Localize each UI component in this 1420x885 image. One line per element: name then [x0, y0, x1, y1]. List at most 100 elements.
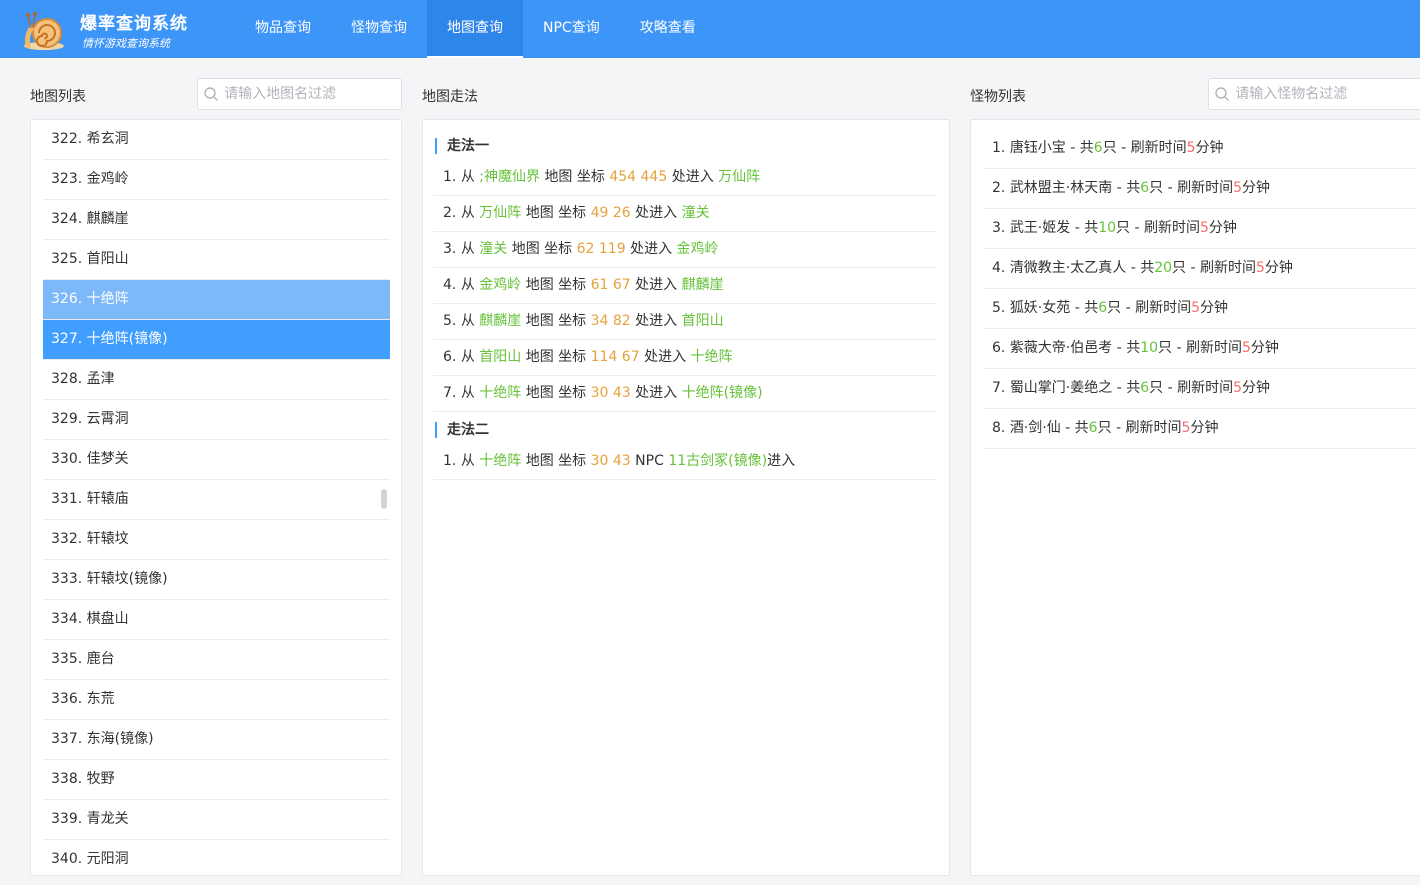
monster-name: 清微教主·太乙真人	[1009, 260, 1127, 276]
source-map-link[interactable]: 首阳山	[479, 349, 521, 365]
brand-title: 爆率查询系统	[80, 14, 188, 34]
search-icon	[1209, 86, 1235, 102]
route-step-list: 1. 从 ;神魔仙界 地图 坐标 454 445 处进入 万仙阵 2. 从 万仙…	[423, 160, 949, 412]
map-list-panel: 322. 希玄洞 323. 金鸡岭 324. 麒麟崖 325. 首阳山 326.…	[30, 119, 402, 876]
monster-list-item[interactable]: 1. 唐钰小宝 - 共6只 - 刷新时间5分钟	[983, 129, 1417, 169]
dest-map-link[interactable]: 潼关	[682, 205, 710, 221]
nav-item-npc[interactable]: NPC查询	[523, 0, 620, 58]
map-list-item[interactable]: 335. 鹿台	[43, 640, 390, 680]
dest-map-link[interactable]: 首阳山	[682, 313, 724, 329]
respawn-time: 5	[1242, 340, 1251, 356]
route-step-list: 1. 从 十绝阵 地图 坐标 30 43 NPC 11古剑冢(镜像)进入	[423, 444, 949, 480]
route-group: 走法一 1. 从 ;神魔仙界 地图 坐标 454 445 处进入 万仙阵 2. …	[423, 138, 949, 412]
nav-item-maps[interactable]: 地图查询	[427, 0, 523, 58]
dest-map-link[interactable]: 十绝阵	[691, 349, 733, 365]
map-list-item[interactable]: 339. 青龙关	[43, 800, 390, 840]
map-list: 322. 希玄洞 323. 金鸡岭 324. 麒麟崖 325. 首阳山 326.…	[31, 120, 401, 875]
route-step: 4. 从 金鸡岭 地图 坐标 61 67 处进入 麒麟崖	[433, 268, 937, 304]
source-map-link[interactable]: 金鸡岭	[479, 277, 521, 293]
map-list-item-selected[interactable]: 327. 十绝阵(镜像)	[43, 320, 390, 360]
map-search-input[interactable]	[224, 86, 401, 102]
monster-name: 武林盟主·林天南	[1009, 180, 1113, 196]
route-step: 7. 从 十绝阵 地图 坐标 30 43 处进入 十绝阵(镜像)	[433, 376, 937, 412]
coordinate: 34 82	[590, 313, 631, 329]
monster-search-input[interactable]	[1235, 86, 1420, 102]
coordinate: 114 67	[590, 349, 640, 365]
snail-logo-icon	[24, 12, 64, 50]
map-search-box	[197, 78, 402, 110]
source-map-link[interactable]: ;神魔仙界	[479, 169, 540, 185]
map-list-item[interactable]: 325. 首阳山	[43, 240, 390, 280]
dest-map-link[interactable]: 十绝阵(镜像)	[682, 385, 763, 401]
map-list-item[interactable]: 324. 麒麟崖	[43, 200, 390, 240]
map-list-item[interactable]: 336. 东荒	[43, 680, 390, 720]
route-step: 5. 从 麒麟崖 地图 坐标 34 82 处进入 首阳山	[433, 304, 937, 340]
monster-name: 蜀山掌门·姜绝之	[1009, 380, 1113, 396]
source-map-link[interactable]: 潼关	[479, 241, 507, 257]
monster-count: 20	[1154, 260, 1173, 276]
map-list-title: 地图列表	[30, 89, 86, 105]
route-step: 3. 从 潼关 地图 坐标 62 119 处进入 金鸡岭	[433, 232, 937, 268]
monster-list-item[interactable]: 2. 武林盟主·林天南 - 共6只 - 刷新时间5分钟	[983, 169, 1417, 209]
source-map-link[interactable]: 十绝阵	[479, 385, 521, 401]
monster-search-box	[1208, 78, 1420, 110]
respawn-time: 5	[1233, 180, 1243, 196]
coordinate: 30 43	[590, 385, 631, 401]
map-list-item[interactable]: 323. 金鸡岭	[43, 160, 390, 200]
coordinate: 454 445	[609, 169, 668, 185]
nav-item-guides[interactable]: 攻略查看	[620, 0, 716, 58]
monster-name: 狐妖·女苑	[1009, 300, 1071, 316]
respawn-time: 5	[1191, 300, 1201, 316]
monster-list-title: 怪物列表	[970, 89, 1026, 105]
monster-count: 6	[1093, 140, 1103, 156]
dest-map-link[interactable]: 麒麟崖	[682, 277, 724, 293]
dest-map-link[interactable]: 万仙阵	[718, 169, 760, 185]
map-list-item[interactable]: 329. 云霄洞	[43, 400, 390, 440]
dest-map-link[interactable]: 金鸡岭	[677, 241, 719, 257]
route-title: 地图走法	[422, 89, 478, 105]
coordinate: 30 43	[590, 453, 631, 469]
nav-item-monsters[interactable]: 怪物查询	[331, 0, 427, 58]
source-map-link[interactable]: 麒麟崖	[479, 313, 521, 329]
respawn-time: 5	[1233, 380, 1243, 396]
coordinate: 62 119	[576, 241, 626, 257]
respawn-time: 5	[1186, 140, 1196, 156]
monster-list-item[interactable]: 7. 蜀山掌门·姜绝之 - 共6只 - 刷新时间5分钟	[983, 369, 1417, 409]
respawn-time: 5	[1200, 220, 1209, 236]
npc-link[interactable]: 11古剑冢(镜像)	[668, 453, 767, 469]
route-panel: 走法一 1. 从 ;神魔仙界 地图 坐标 454 445 处进入 万仙阵 2. …	[422, 119, 950, 876]
map-list-item[interactable]: 334. 棋盘山	[43, 600, 390, 640]
map-list-item-hovered[interactable]: 326. 十绝阵	[43, 280, 390, 320]
map-list-item[interactable]: 337. 东海(镜像)	[43, 720, 390, 760]
monster-count: 10	[1140, 340, 1159, 356]
monster-name: 紫薇大帝·伯邑考	[1009, 340, 1113, 356]
top-navbar: 爆率查询系统 情怀游戏查询系统 物品查询 怪物查询 地图查询 NPC查询 攻略查…	[0, 0, 1420, 58]
map-list-item[interactable]: 322. 希玄洞	[43, 120, 390, 160]
monster-list-item[interactable]: 3. 武王·姬发 - 共10只 - 刷新时间5分钟	[983, 209, 1417, 249]
monster-list-item[interactable]: 6. 紫薇大帝·伯邑考 - 共10只 - 刷新时间5分钟	[983, 329, 1417, 369]
monster-list-item[interactable]: 5. 狐妖·女苑 - 共6只 - 刷新时间5分钟	[983, 289, 1417, 329]
monster-list-item[interactable]: 8. 酒·剑·仙 - 共6只 - 刷新时间5分钟	[983, 409, 1417, 449]
monster-count: 6	[1088, 420, 1098, 436]
map-list-item[interactable]: 340. 元阳洞	[43, 840, 390, 875]
route-step: 6. 从 首阳山 地图 坐标 114 67 处进入 十绝阵	[433, 340, 937, 376]
coordinate: 49 26	[590, 205, 631, 221]
map-list-item[interactable]: 333. 轩辕坟(镜像)	[43, 560, 390, 600]
main-nav: 物品查询 怪物查询 地图查询 NPC查询 攻略查看	[235, 0, 716, 58]
route-step: 1. 从 十绝阵 地图 坐标 30 43 NPC 11古剑冢(镜像)进入	[433, 444, 937, 480]
map-list-item[interactable]: 330. 佳梦关	[43, 440, 390, 480]
search-icon	[198, 86, 224, 102]
monster-count: 6	[1140, 380, 1150, 396]
map-list-item[interactable]: 332. 轩辕坟	[43, 520, 390, 560]
source-map-link[interactable]: 万仙阵	[479, 205, 521, 221]
source-map-link[interactable]: 十绝阵	[479, 453, 521, 469]
monster-list-item[interactable]: 4. 清微教主·太乙真人 - 共20只 - 刷新时间5分钟	[983, 249, 1417, 289]
monster-count: 6	[1140, 180, 1150, 196]
map-list-item[interactable]: 331. 轩辕庙	[43, 480, 390, 520]
map-list-item[interactable]: 328. 孟津	[43, 360, 390, 400]
route-group: 走法二 1. 从 十绝阵 地图 坐标 30 43 NPC 11古剑冢(镜像)进入	[423, 422, 949, 480]
monster-list: 1. 唐钰小宝 - 共6只 - 刷新时间5分钟 2. 武林盟主·林天南 - 共6…	[971, 120, 1420, 449]
map-list-scrollbar[interactable]	[381, 489, 387, 509]
nav-item-items[interactable]: 物品查询	[235, 0, 331, 58]
map-list-item[interactable]: 338. 牧野	[43, 760, 390, 800]
